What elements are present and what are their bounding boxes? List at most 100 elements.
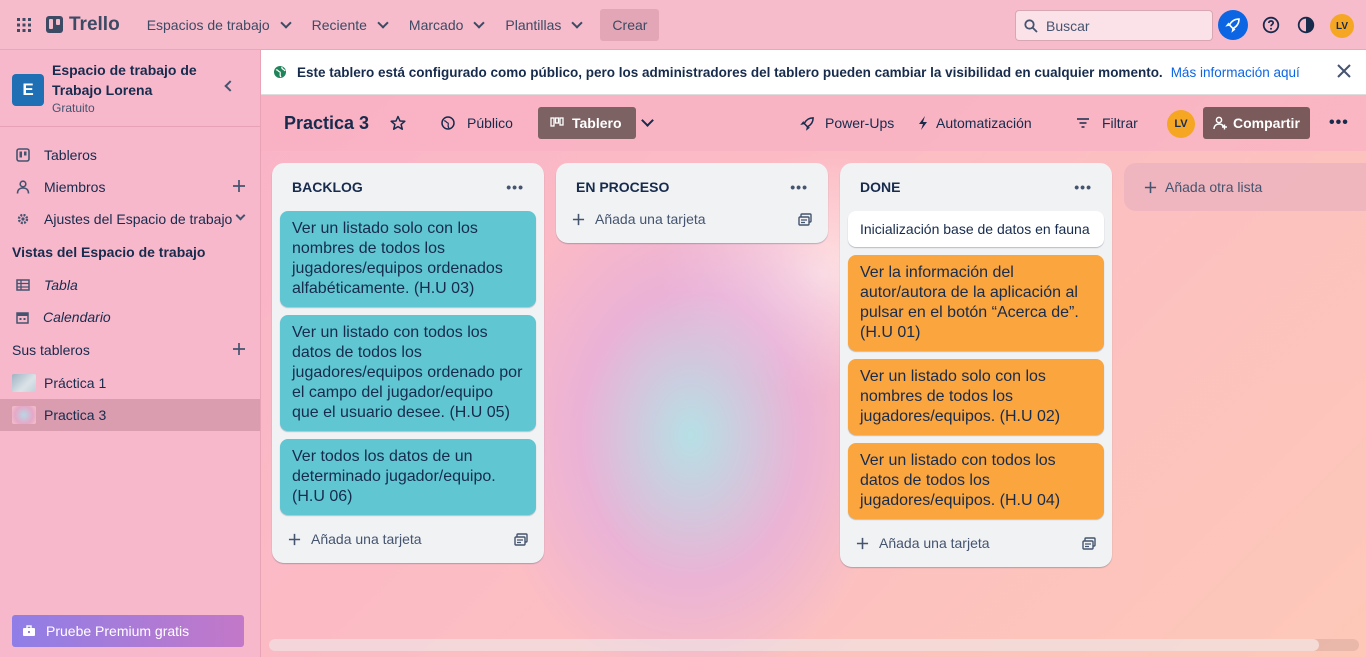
add-card-button[interactable]: Añada una tarjeta [848,527,1104,559]
help-icon[interactable] [1256,10,1286,40]
card-title: Ver un listado con todos los datos de to… [860,452,1061,509]
sidebar-item-settings[interactable]: Ajustes del Espacio de trabajo [0,203,260,235]
automation-button[interactable]: Automatización [918,107,1032,139]
nav-templates[interactable]: Plantillas [494,9,592,41]
view-switcher-chevron-icon[interactable] [641,107,654,139]
board-header: Practica 3 Público Tablero Power-Ups Aut… [261,95,1366,151]
sidebar-item-label: Calendario [43,309,111,325]
sidebar-item-label: Ajustes del Espacio de trabajo [44,211,233,227]
nav-starred[interactable]: Marcado [398,9,494,41]
sidebar-item-boards[interactable]: Tableros [0,139,260,171]
list-header: DONE ••• [848,163,1104,211]
chevron-down-icon [377,16,389,29]
apps-grid-icon[interactable] [8,9,40,41]
try-premium-label: Pruebe Premium gratis [46,623,190,639]
horizontal-scrollbar[interactable] [269,639,1359,651]
add-card-button[interactable]: Añada una tarjeta [564,203,820,235]
briefcase-icon [23,625,35,636]
add-card-button[interactable]: Añada una tarjeta [280,523,536,555]
list-menu-icon[interactable]: ••• [1074,179,1092,195]
try-premium-button[interactable]: Pruebe Premium gratis [12,615,244,647]
workspace-name: Espacio de trabajo de Trabajo Lorena [52,62,197,98]
chevron-down-icon [571,16,584,29]
powerups-label: Power-Ups [825,115,895,131]
board-view-button[interactable]: Tablero [538,107,636,139]
card[interactable]: Ver un listado solo con los nombres de t… [848,359,1104,435]
globe-icon [441,116,455,130]
chevron-down-icon [473,16,486,29]
workspace-header: E Espacio de trabajo de Trabajo Lorena G… [0,50,260,127]
star-icon[interactable] [390,107,406,139]
list-title[interactable]: BACKLOG [292,179,363,195]
gear-icon [17,213,29,225]
rocket-icon[interactable] [1218,10,1248,40]
your-boards-label: Sus tableros [12,342,90,358]
user-avatar[interactable]: LV [1330,14,1354,38]
board-canvas: Practica 3 Público Tablero Power-Ups Aut… [261,95,1366,657]
filter-icon [1077,118,1089,128]
sidebar-item-table[interactable]: Tabla [0,269,260,301]
scrollbar-thumb[interactable] [269,639,1319,651]
card-title: Ver todos los datos de un determinado ju… [292,448,496,505]
sidebar: E Espacio de trabajo de Trabajo Lorena G… [0,50,261,657]
card[interactable]: Ver un listado solo con los nombres de t… [280,211,536,307]
sidebar-item-label: Tableros [44,147,97,163]
create-button[interactable]: Crear [600,8,660,41]
your-boards-heading: Sus tableros [0,333,260,367]
close-icon[interactable] [1336,63,1352,82]
card[interactable]: Ver un listado con todos los datos de to… [848,443,1104,519]
board-icon [16,148,30,162]
card[interactable]: Inicialización base de datos en fauna [848,211,1104,247]
person-icon [16,180,30,194]
trello-logo[interactable]: Trello [46,14,120,36]
card-title: Ver un listado con todos los datos de to… [292,324,523,421]
sidebar-board-practica-3[interactable]: Practica 3 [0,399,260,431]
sidebar-item-members[interactable]: Miembros [0,171,260,203]
template-icon[interactable] [798,212,812,226]
table-icon [16,279,30,291]
nav-workspaces[interactable]: Espacios de trabajo [136,9,301,41]
share-button[interactable]: Compartir [1203,107,1310,139]
card[interactable]: Ver un listado con todos los datos de to… [280,315,536,431]
banner-more-info-link[interactable]: Más información aquí [1171,65,1300,80]
plus-icon [1144,181,1157,193]
plus-icon [572,213,585,225]
sidebar-item-calendar[interactable]: Calendario [0,301,260,333]
list-menu-icon[interactable]: ••• [506,179,524,195]
card[interactable]: Ver todos los datos de un determinado ju… [280,439,536,515]
add-card-label: Añada una tarjeta [311,531,422,547]
globe-icon [274,66,286,78]
list-title[interactable]: DONE [860,179,900,195]
visibility-label: Público [467,115,513,131]
filter-button[interactable]: Filtrar [1076,107,1138,139]
collapse-sidebar-icon[interactable] [224,80,236,92]
rocket-icon [800,116,814,131]
template-icon[interactable] [514,532,528,546]
add-board-plus-icon[interactable] [232,342,246,359]
add-card-label: Añada una tarjeta [879,535,990,551]
theme-icon[interactable] [1291,10,1321,40]
add-list-button[interactable]: Añada otra lista [1124,163,1366,211]
nav-templates-label: Plantillas [505,16,562,33]
calendar-icon [16,311,29,324]
template-icon[interactable] [1082,536,1096,550]
board-menu-icon[interactable]: ••• [1329,107,1349,139]
list-menu-icon[interactable]: ••• [790,179,808,195]
powerups-button[interactable]: Power-Ups [800,107,894,139]
add-member-plus-icon[interactable] [232,179,246,196]
board-view-label: Tablero [572,115,622,131]
visibility-button[interactable]: Público [441,107,513,139]
nav-recent-label: Reciente [311,16,367,33]
board-member-avatar[interactable]: LV [1167,110,1195,138]
sidebar-board-practica-1[interactable]: Práctica 1 [0,367,260,399]
list-title[interactable]: EN PROCESO [576,179,669,195]
card-title: Ver un listado solo con los nombres de t… [292,220,503,297]
filter-label: Filtrar [1102,115,1138,131]
search-input[interactable]: Buscar [1015,10,1213,41]
nav-recent[interactable]: Reciente [301,9,398,41]
trello-logo-text: Trello [69,13,120,35]
card[interactable]: Ver la información del autor/autora de l… [848,255,1104,351]
board-title[interactable]: Practica 3 [284,113,369,134]
chevron-down-icon [235,210,246,221]
sidebar-item-label: Miembros [44,179,106,195]
